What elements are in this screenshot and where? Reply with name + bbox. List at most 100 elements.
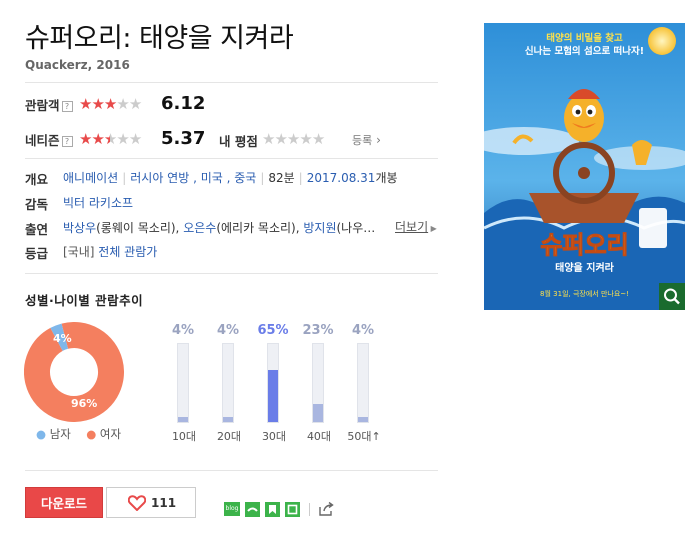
age-pct-label: 23% — [302, 323, 334, 338]
poster-title: 슈퍼오리 — [540, 231, 629, 260]
age-bar — [178, 417, 188, 422]
help-icon[interactable]: ? — [61, 136, 73, 147]
age-bar-track — [357, 343, 369, 423]
audience-rating-row: 관람객? — [25, 95, 73, 114]
cast-role: (에리카 목소리) — [216, 221, 296, 235]
page-title: 슈퍼오리: 태양을 지켜라 — [25, 23, 294, 54]
legend-female: 여자 — [99, 427, 122, 441]
overview-values: 애니메이션 | 러시아 연방 , 미국 , 중국 | 82분 | 2017.08.31개봉 — [63, 171, 398, 185]
audience-stars: ★★★★★ — [79, 95, 142, 113]
grade-label: 등급 — [25, 246, 49, 261]
movie-subtitle: Quackerz, 2016 — [25, 58, 130, 72]
grade-value: [국내] 전체 관람가 — [63, 245, 158, 259]
age-bar-track — [222, 343, 234, 423]
legend-male: 남자 — [49, 427, 71, 441]
star-icon: ★ — [103, 130, 117, 148]
share-band-icon[interactable] — [245, 502, 260, 517]
divider — [25, 470, 438, 471]
star-icon: ★ — [311, 130, 325, 148]
cast-values: 박상우(롱웨이 목소리), 오은수(에리카 목소리), 방지원(나우… — [63, 221, 376, 235]
age-label: 10대 — [171, 430, 197, 443]
age-label: 50대↑ — [347, 430, 381, 443]
cast-link[interactable]: 오은수 — [183, 221, 216, 235]
female-dot-icon: ● — [86, 427, 97, 441]
overview-label: 개요 — [25, 172, 49, 187]
age-label: 30대 — [261, 430, 287, 443]
poster-zoom-button[interactable] — [659, 283, 685, 310]
divider — [25, 82, 438, 83]
share-blog-icon[interactable]: blog — [224, 502, 240, 516]
age-bar-track — [267, 343, 279, 423]
share-bookmark-icon[interactable] — [265, 502, 280, 517]
star-icon: ★ — [299, 130, 312, 148]
star-icon: ★ — [128, 130, 142, 148]
audience-score: 6.12 — [161, 93, 206, 114]
age-pct-label: 4% — [171, 323, 195, 338]
director-label: 감독 — [25, 197, 49, 212]
caret-right-icon: ▶ — [428, 224, 437, 233]
star-icon: ★ — [79, 130, 92, 148]
star-icon: ★ — [91, 95, 104, 113]
star-icon: ★ — [79, 95, 92, 113]
movie-poster[interactable]: 태양의 비밀을 찾고 신나는 모험의 섬으로 떠나자! 슈퍼오리 태양을 지켜라… — [484, 23, 685, 310]
star-icon: ★ — [91, 130, 104, 148]
cast-role: (롱웨이 목소리) — [96, 221, 176, 235]
register-rating-link[interactable]: 등록 › — [352, 132, 381, 148]
director-value: 빅터 라키소프 — [63, 194, 133, 211]
netizen-rating-row: 네티즌? — [25, 130, 73, 149]
male-pct-label: 4% — [53, 332, 72, 345]
netizen-score: 5.37 — [161, 128, 206, 149]
audience-rating-label: 관람객 — [25, 98, 60, 113]
divider — [25, 158, 438, 159]
star-icon: ★ — [262, 130, 275, 148]
search-icon — [664, 288, 680, 305]
star-icon: ★ — [128, 95, 142, 113]
age-pct-label: 65% — [257, 323, 289, 338]
release-suffix: 개봉 — [375, 171, 398, 185]
chevron-right-icon: › — [372, 133, 381, 147]
director-link[interactable]: 빅터 라키소프 — [63, 196, 133, 210]
star-icon: ★ — [274, 130, 287, 148]
poster-release: 8월 31일, 극장에서 만나요~! — [540, 290, 629, 298]
divider — [25, 273, 438, 274]
cast-link[interactable]: 박상우 — [63, 221, 96, 235]
poster-subtitle: 태양을 지켜라 — [555, 263, 614, 274]
cast-role: (나우… — [336, 221, 376, 235]
age-bar-track — [312, 343, 324, 423]
poster-tagline-1: 태양의 비밀을 찾고 — [546, 33, 623, 44]
cast-label: 출연 — [25, 222, 49, 237]
age-pct-label: 4% — [216, 323, 240, 338]
release-date-link[interactable]: 2017.08.31 — [307, 171, 376, 185]
age-bar-track — [177, 343, 189, 423]
help-icon[interactable]: ? — [61, 101, 73, 112]
my-rating-label: 내 평점 — [219, 134, 258, 149]
share-icon[interactable] — [318, 501, 335, 517]
like-button[interactable]: 111 — [106, 487, 196, 518]
male-dot-icon: ● — [36, 427, 47, 441]
my-rating-stars[interactable]: ★★★★★ — [262, 130, 325, 148]
like-count: 111 — [151, 496, 177, 510]
download-button[interactable]: 다운로드 — [25, 487, 103, 518]
grade-link[interactable]: 전체 관람가 — [98, 245, 157, 259]
country-link[interactable]: 러시아 연방 , 미국 , 중국 — [130, 171, 256, 185]
poster-tagline-2: 신나는 모험의 섬으로 떠나자! — [524, 46, 645, 57]
netizen-rating-label: 네티즌 — [25, 133, 60, 148]
genre-link[interactable]: 애니메이션 — [63, 171, 118, 185]
share-memo-icon[interactable] — [285, 502, 300, 517]
age-label: 40대 — [306, 430, 332, 443]
age-bar — [313, 403, 323, 422]
age-label: 20대 — [216, 430, 242, 443]
star-icon: ★ — [116, 130, 129, 148]
runtime: 82분 — [268, 171, 295, 185]
star-icon: ★ — [286, 130, 300, 148]
age-pct-label: 4% — [351, 323, 375, 338]
trend-title: 성별·나이별 관람추이 — [25, 293, 144, 308]
share-divider — [309, 503, 310, 516]
cast-more-link[interactable]: 더보기 ▶ — [395, 218, 437, 235]
cast-link[interactable]: 방지원 — [303, 221, 336, 235]
star-icon: ★ — [103, 95, 117, 113]
netizen-stars: ★★★★★ — [79, 130, 142, 148]
age-bar — [268, 370, 278, 422]
star-icon: ★ — [116, 95, 129, 113]
female-pct-label: 96% — [71, 397, 98, 410]
